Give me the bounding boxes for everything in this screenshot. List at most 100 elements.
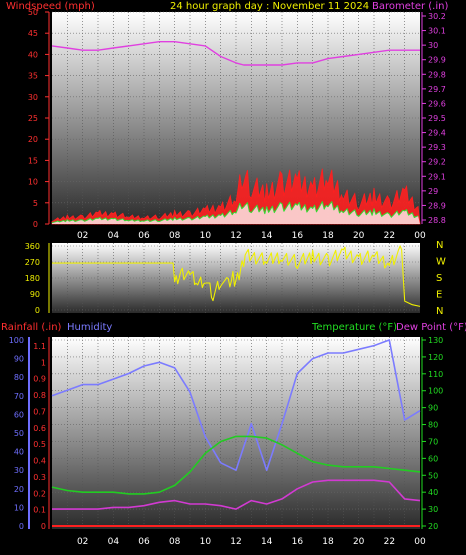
- rainfall-tick-label: 0.3: [33, 473, 46, 482]
- rainfall-tick-label: 0.5: [33, 440, 46, 449]
- direction-tick-label: 180: [25, 274, 40, 283]
- windspeed-tick-label: 15: [28, 156, 38, 165]
- x-tick-label: 20: [353, 537, 365, 547]
- rainfall-tick-label: 0.8: [33, 391, 46, 400]
- x-tick-label: 06: [138, 231, 150, 241]
- x-tick-label: 14: [261, 537, 273, 547]
- barometer-tick-label: 29.4: [428, 129, 446, 138]
- barometer-tick-label: 29.1: [428, 172, 446, 181]
- barometer-tick-label: 30: [428, 41, 438, 50]
- humidity-tick-label: 30: [14, 466, 24, 475]
- windspeed-tick-label: 45: [28, 29, 38, 38]
- direction-tick-label: 90: [30, 290, 40, 299]
- windspeed-tick-label: 40: [28, 50, 38, 59]
- barometer-tick-label: 30.2: [428, 12, 446, 21]
- barometer-tick-label: 28.9: [428, 201, 446, 210]
- compass-label: N: [436, 306, 443, 317]
- x-tick-label: 20: [353, 231, 365, 241]
- temperature-tick-label: 60: [428, 454, 438, 463]
- x-tick-label: 16: [292, 537, 304, 547]
- x-tick-label: 00: [414, 231, 426, 241]
- humidity-tick-label: 80: [14, 373, 24, 382]
- x-tick-label: 12: [230, 231, 241, 241]
- windspeed-axis: 0 5 10 15 20 25 30 35 40 45 50: [28, 8, 50, 229]
- temperature-axis: 20 30 40 50 60 70 80 90 100 110 120 130: [421, 336, 443, 531]
- temperature-tick-label: 130: [428, 336, 443, 345]
- rainfall-tick-label: 0.6: [33, 424, 46, 433]
- x-tick-label: 18: [322, 537, 334, 547]
- rainfall-tick-label: 1.1: [33, 342, 46, 351]
- windspeed-tick-label: 50: [28, 8, 38, 17]
- rainfall-tick-label: 0.7: [33, 407, 46, 416]
- temperature-tick-label: 100: [428, 387, 443, 396]
- rainfall-title: Rainfall (.in): [1, 322, 62, 333]
- temperature-tick-label: 80: [428, 421, 438, 430]
- rainfall-tick-label: 0.2: [33, 489, 46, 498]
- x-tick-label: 22: [384, 231, 395, 241]
- windspeed-title: Windspeed (mph): [6, 1, 95, 12]
- x-tick-label: 02: [77, 231, 88, 241]
- temperature-tick-label: 120: [428, 353, 443, 362]
- windspeed-tick-label: 35: [28, 72, 38, 81]
- humidity-tick-label: 0: [19, 522, 24, 531]
- chart-title: 24 hour graph day : November 11 2024: [170, 1, 369, 12]
- x-tick-label: 12: [230, 537, 241, 547]
- barometer-tick-label: 29: [428, 187, 438, 196]
- barometer-tick-label: 29.8: [428, 70, 446, 79]
- humidity-tick-label: 50: [14, 429, 24, 438]
- barometer-tick-label: 28.8: [428, 216, 446, 225]
- x-tick-label: 00: [414, 537, 426, 547]
- direction-axis: 360 270 180 90 0: [25, 242, 50, 315]
- rainfall-tick-label: 0: [41, 522, 46, 531]
- compass-labels: NWSEN: [436, 240, 446, 317]
- barometer-tick-label: 30.1: [428, 27, 446, 36]
- windspeed-tick-label: 10: [28, 178, 38, 187]
- humidity-tick-label: 60: [14, 410, 24, 419]
- humidity-axis: 0 10 20 30 40 50 60 70 80 90 100: [9, 336, 30, 531]
- x-tick-label: 16: [292, 231, 304, 241]
- humidity-tick-label: 90: [14, 355, 24, 364]
- rainfall-tick-label: 0.1: [33, 506, 46, 515]
- x-tick-label: 08: [169, 537, 181, 547]
- temperature-tick-label: 70: [428, 437, 438, 446]
- barometer-title: Barometer (.in): [372, 1, 448, 12]
- rainfall-tick-label: 0.9: [33, 375, 46, 384]
- x-tick-label: 08: [169, 231, 181, 241]
- temp-x-axis: 02 04 06 08 10 12 14 16 18 20 22 00: [77, 537, 426, 547]
- humidity-tick-label: 10: [14, 503, 24, 512]
- temperature-tick-label: 40: [428, 488, 438, 497]
- wind-x-axis: 02 04 06 08 10 12 14 16 18 20 22 00: [77, 231, 426, 241]
- temperature-tick-label: 20: [428, 522, 438, 531]
- compass-label: S: [436, 273, 442, 284]
- windspeed-tick-label: 0: [33, 220, 38, 229]
- humidity-tick-label: 40: [14, 448, 24, 457]
- humidity-title: Humidity: [67, 322, 112, 333]
- x-tick-label: 04: [108, 231, 120, 241]
- barometer-tick-label: 29.5: [428, 114, 446, 123]
- humidity-tick-label: 70: [14, 392, 24, 401]
- rainfall-tick-label: 0.4: [33, 457, 46, 466]
- barometer-tick-label: 29.9: [428, 56, 446, 65]
- compass-label: N: [436, 240, 443, 251]
- windspeed-tick-label: 20: [28, 135, 38, 144]
- barometer-tick-label: 29.6: [428, 99, 446, 108]
- barometer-axis: 28.8 28.9 29 29.1 29.2 29.3 29.4 29.5 29.6 29.7 29…: [421, 12, 446, 225]
- temperature-tick-label: 110: [428, 370, 443, 379]
- direction-tick-label: 0: [35, 306, 40, 315]
- barometer-tick-label: 29.3: [428, 143, 446, 152]
- weather-graphs: Windspeed (mph) 24 hour graph day : Nove…: [1, 1, 466, 547]
- temperature-title: Temperature (°F): [311, 322, 397, 333]
- barometer-tick-label: 29.2: [428, 158, 446, 167]
- x-tick-label: 06: [138, 537, 150, 547]
- compass-label: W: [436, 257, 446, 268]
- temperature-tick-label: 30: [428, 505, 438, 514]
- x-tick-label: 18: [322, 231, 334, 241]
- rainfall-tick-label: 1: [41, 358, 46, 367]
- x-tick-label: 10: [200, 231, 212, 241]
- humidity-tick-label: 100: [9, 336, 24, 345]
- x-tick-label: 22: [384, 537, 395, 547]
- barometer-tick-label: 29.7: [428, 85, 446, 94]
- temperature-tick-label: 50: [428, 471, 438, 480]
- x-tick-label: 02: [77, 537, 88, 547]
- windspeed-tick-label: 30: [28, 93, 38, 102]
